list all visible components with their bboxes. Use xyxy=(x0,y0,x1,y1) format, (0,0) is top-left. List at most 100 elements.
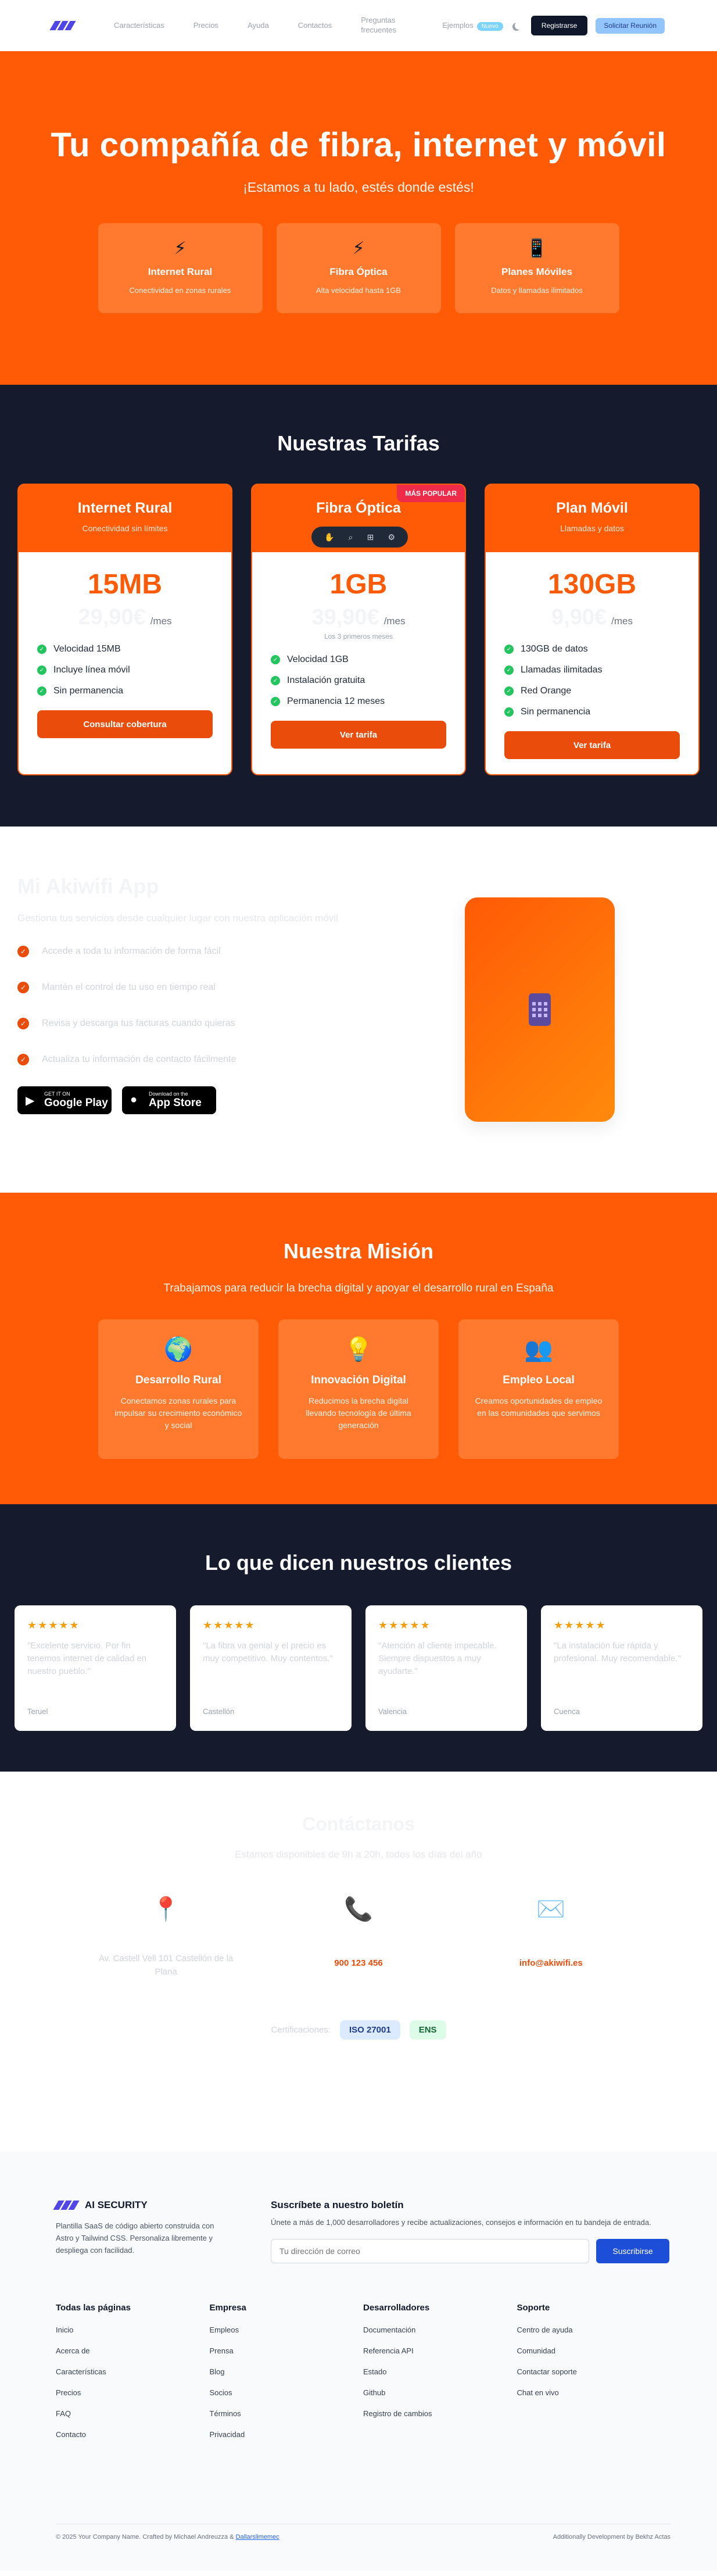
ens-badge: ENS xyxy=(409,2020,446,2040)
plan-feature-label: Instalación gratuita xyxy=(287,675,365,685)
email-link[interactable]: info@akiwifi.es xyxy=(519,1957,583,1970)
footer-link[interactable]: Registro de cambios xyxy=(363,2409,517,2418)
footer-col-pages: Todas las páginas Inicio Acerca de Carac… xyxy=(56,2303,210,2451)
footer-link[interactable]: Comunidad xyxy=(517,2346,671,2355)
search-icon[interactable]: ⌕ xyxy=(349,532,353,542)
footer-link[interactable]: Documentación xyxy=(363,2325,517,2334)
contact-subtitle: Estamos disponibles de 9h a 20h, todos l… xyxy=(235,1849,482,1860)
hand-icon[interactable]: ✋ xyxy=(324,532,334,542)
footer-link[interactable]: Características xyxy=(56,2367,210,2376)
view-plan-button[interactable]: Ver tarifa xyxy=(504,731,680,759)
star-rating-icon: ★★★★★ xyxy=(378,1619,431,1631)
newsletter-form: Suscribirse xyxy=(271,2238,671,2263)
footer-link[interactable]: Socios xyxy=(210,2388,364,2397)
footer-link[interactable]: Prensa xyxy=(210,2346,364,2355)
subscribe-button[interactable]: Suscribirse xyxy=(596,2238,669,2263)
plan-price: 9,90€ xyxy=(551,605,607,629)
plan-feature-label: Red Orange xyxy=(521,686,572,696)
nav-link-features[interactable]: Características xyxy=(114,21,164,31)
footer-link[interactable]: Contactar soporte xyxy=(517,2367,671,2376)
plan-feature: ✓ 130GB de datos xyxy=(504,644,680,654)
mission-cards: 🌍 Desarrollo Rural Conectamos zonas rura… xyxy=(0,1319,717,1459)
plans-grid: Internet Rural Conectividad sin límites … xyxy=(0,484,717,775)
app-title: Mi Akiwifi App xyxy=(17,874,159,898)
mission-card-desc: Reducimos la brecha digital llevando tec… xyxy=(306,1396,411,1430)
footer-link[interactable]: Términos xyxy=(210,2409,364,2418)
hero-section: Tu compañía de fibra, internet y móvil ¡… xyxy=(0,51,717,385)
logo-icon[interactable] xyxy=(49,21,76,30)
footer-link[interactable]: Privacidad xyxy=(210,2430,364,2439)
hero-card-title: Fibra Óptica xyxy=(329,266,388,277)
check-icon: ✓ xyxy=(17,1018,29,1030)
location-pin-icon: 📍 xyxy=(151,1897,181,1922)
check-icon: ✓ xyxy=(17,946,29,958)
plan-period: /mes xyxy=(611,616,633,627)
nav-link-faq[interactable]: Preguntas frecuentes xyxy=(361,16,413,35)
check-icon: ✓ xyxy=(504,707,514,717)
request-meeting-button[interactable]: Solicitar Reunión xyxy=(596,17,665,34)
plan-speed: 130GB xyxy=(547,569,637,600)
testimonial-author: Valencia xyxy=(378,1707,407,1716)
nav-link-examples[interactable]: Ejemplos Nuevo xyxy=(442,21,503,31)
google-play-button[interactable]: ▶ GET IT ON Google Play xyxy=(17,1086,112,1115)
check-icon: ✓ xyxy=(37,645,46,654)
google-play-icon: ▶ xyxy=(26,1094,35,1108)
hero-card-desc: Alta velocidad hasta 1GB xyxy=(316,286,401,295)
plan-header: Plan Móvil Llamadas y datos xyxy=(486,485,698,552)
plan-speed: 1GB xyxy=(329,569,388,600)
phone-link[interactable]: 900 123 456 xyxy=(334,1957,382,1970)
top-nav: Características Precios Ayuda Contactos … xyxy=(0,0,717,51)
footer-link[interactable]: Precios xyxy=(56,2388,210,2397)
footer-link[interactable]: Inicio xyxy=(56,2325,210,2334)
contact-email: ✉️ info@akiwifi.es xyxy=(481,1895,621,1978)
footer-link[interactable]: Referencia API xyxy=(363,2346,517,2355)
footer-col-title: Desarrolladores xyxy=(363,2302,430,2313)
logo-icon[interactable] xyxy=(53,2201,80,2210)
testimonials-title: Lo que dicen nuestros clientes xyxy=(205,1551,512,1575)
footer-link[interactable]: Acerca de xyxy=(56,2346,210,2355)
plan-feature-label: Llamadas ilimitadas xyxy=(521,665,603,675)
theme-toggle-moon-icon[interactable] xyxy=(515,22,523,30)
hero-card-title: Internet Rural xyxy=(148,266,213,277)
app-store-button[interactable]: ● Download on the App Store xyxy=(122,1086,216,1115)
view-plan-button[interactable]: Ver tarifa xyxy=(271,721,446,749)
footer-link[interactable]: Contacto xyxy=(56,2430,210,2439)
hero-card-title: Planes Móviles xyxy=(501,266,572,277)
plan-name: Fibra Óptica xyxy=(316,500,401,516)
grid-icon[interactable]: ⊞ xyxy=(367,532,374,542)
nav-link-pricing[interactable]: Precios xyxy=(193,21,218,31)
certifications: Certificaciones: ISO 27001 ENS xyxy=(0,2020,717,2040)
footer-link[interactable]: Estado xyxy=(363,2367,517,2376)
footer-col-developers: Desarrolladores Documentación Referencia… xyxy=(363,2303,517,2451)
check-icon: ✓ xyxy=(37,686,46,696)
app-info: Mi Akiwifi App Gestiona tus servicios de… xyxy=(17,874,366,1193)
email-input[interactable] xyxy=(271,2238,589,2263)
settings-icon[interactable]: ⚙ xyxy=(388,532,395,542)
plan-feature: ✓ Incluye línea móvil xyxy=(37,665,213,675)
testimonial-author: Cuenca xyxy=(554,1707,580,1716)
check-coverage-button[interactable]: Consultar cobertura xyxy=(37,710,213,738)
telephone-icon: 📞 xyxy=(344,1897,373,1922)
plan-tagline: Llamadas y datos xyxy=(560,524,624,533)
footer-link[interactable]: Centro de ayuda xyxy=(517,2325,671,2334)
plan-card-rural: Internet Rural Conectividad sin límites … xyxy=(17,484,232,775)
plan-note: Los 3 primeros meses xyxy=(324,632,393,641)
register-button[interactable]: Registrarse xyxy=(530,16,588,35)
footer-brand: AI SECURITY Plantilla SaaS de código abi… xyxy=(53,2199,218,2263)
footer-link[interactable]: Chat en vivo xyxy=(517,2388,671,2397)
nav-links: Características Precios Ayuda Contactos … xyxy=(114,16,503,35)
footer-link[interactable]: Blog xyxy=(210,2367,364,2376)
footer-link[interactable]: Empleos xyxy=(210,2325,364,2334)
contact-title: Contáctanos xyxy=(302,1813,415,1834)
footer-link[interactable]: Github xyxy=(363,2388,517,2397)
mission-section: Nuestra Misión Trabajamos para reducir l… xyxy=(0,1193,717,1504)
nav-link-contacts[interactable]: Contactos xyxy=(298,21,332,31)
check-icon: ✓ xyxy=(504,686,514,696)
store-badges: ▶ GET IT ON Google Play ● Download on th… xyxy=(17,1086,366,1115)
nav-link-help[interactable]: Ayuda xyxy=(248,21,269,31)
author-link[interactable]: Dallarslimemec xyxy=(236,2534,279,2541)
testimonial-quote: "Excelente servicio. Por fin tenemos int… xyxy=(27,1641,147,1676)
hero-card-desc: Conectividad en zonas rurales xyxy=(129,286,231,295)
app-feature-label: Accede a toda tu información de forma fá… xyxy=(42,946,221,957)
footer-link[interactable]: FAQ xyxy=(56,2409,210,2418)
